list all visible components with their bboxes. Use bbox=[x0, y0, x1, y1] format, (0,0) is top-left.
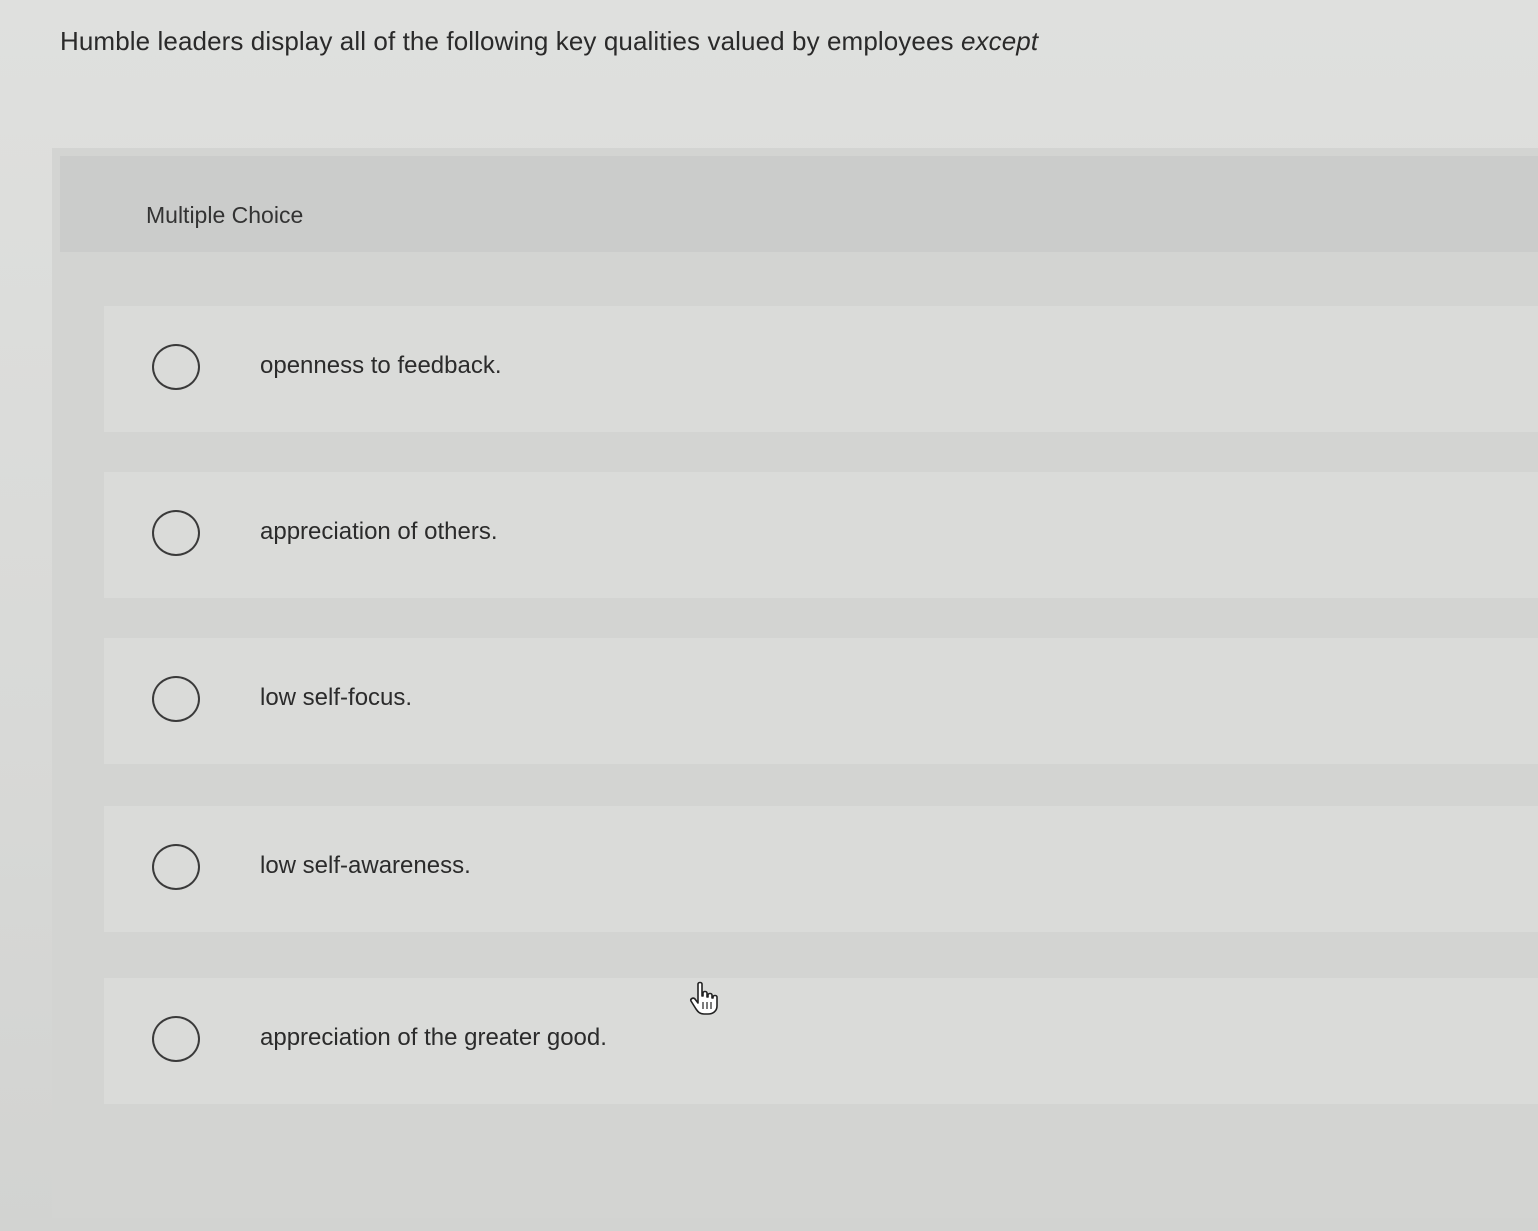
radio-button[interactable] bbox=[152, 510, 200, 556]
multiple-choice-label: Multiple Choice bbox=[146, 202, 304, 228]
option-appreciation-of-others[interactable]: appreciation of others. bbox=[104, 472, 1538, 598]
option-label: appreciation of others. bbox=[260, 518, 498, 545]
radio-button[interactable] bbox=[152, 344, 200, 390]
option-label: low self-awareness. bbox=[260, 852, 471, 879]
question-stem: Humble leaders display all of the follow… bbox=[60, 26, 954, 56]
option-openness-to-feedback[interactable]: openness to feedback. bbox=[104, 306, 1538, 432]
radio-button[interactable] bbox=[152, 676, 200, 722]
radio-button[interactable] bbox=[152, 844, 200, 890]
multiple-choice-header: Multiple Choice bbox=[60, 156, 1538, 252]
question-page: Humble leaders display all of the follow… bbox=[0, 0, 1538, 1231]
option-low-self-awareness[interactable]: low self-awareness. bbox=[104, 806, 1538, 932]
radio-button[interactable] bbox=[152, 1016, 200, 1062]
option-label: appreciation of the greater good. bbox=[260, 1024, 607, 1051]
option-appreciation-of-greater-good[interactable]: appreciation of the greater good. bbox=[104, 978, 1538, 1104]
hand-pointer-icon bbox=[690, 981, 718, 1015]
option-low-self-focus[interactable]: low self-focus. bbox=[104, 638, 1538, 764]
question-emphasis: except bbox=[960, 26, 1039, 56]
question-text: Humble leaders display all of the follow… bbox=[60, 26, 1038, 57]
multiple-choice-panel: Multiple Choice openness to feedback. ap… bbox=[52, 148, 1538, 1218]
option-label: openness to feedback. bbox=[260, 352, 502, 379]
option-label: low self-focus. bbox=[260, 684, 413, 711]
